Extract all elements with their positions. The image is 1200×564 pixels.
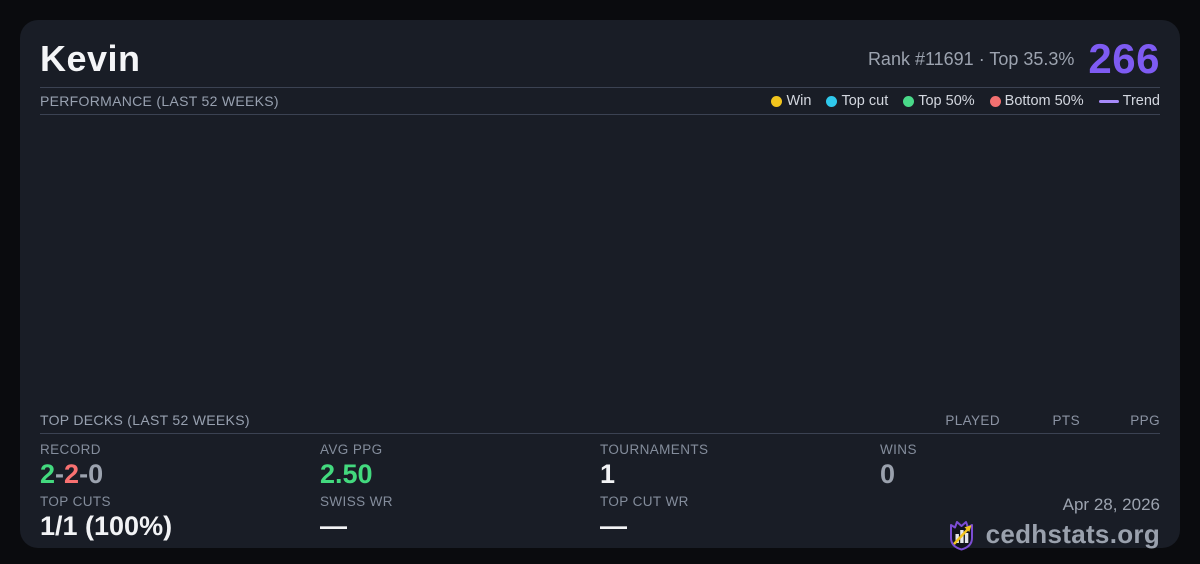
column-pts: PTS bbox=[1052, 412, 1080, 428]
record-separator: - bbox=[55, 459, 65, 489]
stat-top-cut-wr: TOP CUT WR — bbox=[600, 494, 880, 546]
stat-value: — bbox=[600, 511, 627, 541]
top-decks-header-row: TOP DECKS (LAST 52 WEEKS) PLAYED PTS PPG bbox=[40, 407, 1160, 434]
legend-label: Bottom 50% bbox=[1004, 93, 1084, 109]
stat-label: SWISS WR bbox=[320, 494, 393, 509]
legend-label: Top cut bbox=[841, 93, 889, 109]
record-wins: 2 bbox=[40, 459, 56, 489]
stat-top-cuts: TOP CUTS 1/1 (100%) bbox=[40, 494, 320, 546]
stat-value: 2.50 bbox=[320, 459, 373, 489]
stat-tournaments: TOURNAMENTS 1 bbox=[600, 442, 880, 494]
stat-wins: WINS 0 bbox=[880, 442, 1160, 494]
top-cut-dot-icon bbox=[826, 95, 838, 107]
top-decks-columns: PLAYED PTS PPG bbox=[920, 413, 1160, 428]
performance-title: PERFORMANCE (LAST 52 WEEKS) bbox=[40, 93, 279, 109]
legend-item-top-50: Top 50% bbox=[903, 93, 975, 109]
brand-name: cedhstats.org bbox=[985, 519, 1160, 549]
stat-label: AVG PPG bbox=[320, 442, 383, 457]
legend-item-top-cut: Top cut bbox=[826, 93, 888, 109]
stats-grid: RECORD 2-2-0 AVG PPG 2.50 TOURNAMENTS 1 … bbox=[40, 434, 1160, 551]
brand-row: cedhstats.org bbox=[946, 518, 1160, 551]
legend-label: Trend bbox=[1122, 93, 1160, 109]
top-decks-title: TOP DECKS (LAST 52 WEEKS) bbox=[40, 412, 250, 428]
player-stats-card: Kevin Rank #11691 · Top 35.3% 266 PERFOR… bbox=[20, 20, 1180, 551]
shield-bar-chart-arrow-icon bbox=[946, 518, 977, 551]
card-header: Kevin Rank #11691 · Top 35.3% 266 bbox=[40, 20, 1160, 88]
record-separator: - bbox=[79, 459, 89, 489]
player-score: 266 bbox=[1088, 35, 1160, 83]
legend-item-bottom-50: Bottom 50% bbox=[989, 93, 1084, 109]
rank-summary: Rank #11691 · Top 35.3% bbox=[867, 49, 1075, 70]
performance-header-row: PERFORMANCE (LAST 52 WEEKS) Win Top cut … bbox=[40, 88, 1160, 115]
column-ppg: PPG bbox=[1130, 412, 1160, 428]
stat-label: TOP CUT WR bbox=[600, 494, 689, 509]
stat-value-record: 2-2-0 bbox=[40, 460, 320, 488]
stat-swiss-wr: SWISS WR — bbox=[320, 494, 600, 546]
win-dot-icon bbox=[771, 95, 783, 107]
stat-label: RECORD bbox=[40, 442, 101, 457]
bottom-50-dot-icon bbox=[989, 95, 1001, 107]
player-name: Kevin bbox=[40, 38, 141, 79]
header-right: Rank #11691 · Top 35.3% 266 bbox=[867, 35, 1160, 83]
legend-label: Win bbox=[786, 93, 812, 109]
stat-value: 0 bbox=[880, 459, 896, 489]
card-date: Apr 28, 2026 bbox=[1062, 495, 1160, 514]
stat-value: — bbox=[320, 511, 347, 541]
chart-legend: Win Top cut Top 50% Bottom 50% Trend bbox=[771, 93, 1160, 109]
stat-label: WINS bbox=[880, 442, 917, 457]
trend-line-icon bbox=[1098, 99, 1119, 103]
stat-avg-ppg: AVG PPG 2.50 bbox=[320, 442, 600, 494]
footer-branding: Apr 28, 2026 cedhstats.org bbox=[880, 494, 1160, 551]
stat-record: RECORD 2-2-0 bbox=[40, 442, 320, 494]
legend-item-win: Win bbox=[771, 93, 811, 109]
stat-value: 1/1 (100%) bbox=[40, 511, 173, 541]
record-draws: 0 bbox=[88, 459, 104, 489]
stat-label: TOURNAMENTS bbox=[600, 442, 709, 457]
performance-chart-area bbox=[40, 115, 1160, 407]
stat-value: 1 bbox=[600, 459, 616, 489]
legend-label: Top 50% bbox=[918, 93, 975, 109]
column-played: PLAYED bbox=[945, 412, 1000, 428]
record-losses: 2 bbox=[64, 459, 80, 489]
top-50-dot-icon bbox=[903, 95, 915, 107]
stat-label: TOP CUTS bbox=[40, 494, 111, 509]
legend-item-trend: Trend bbox=[1098, 93, 1160, 109]
